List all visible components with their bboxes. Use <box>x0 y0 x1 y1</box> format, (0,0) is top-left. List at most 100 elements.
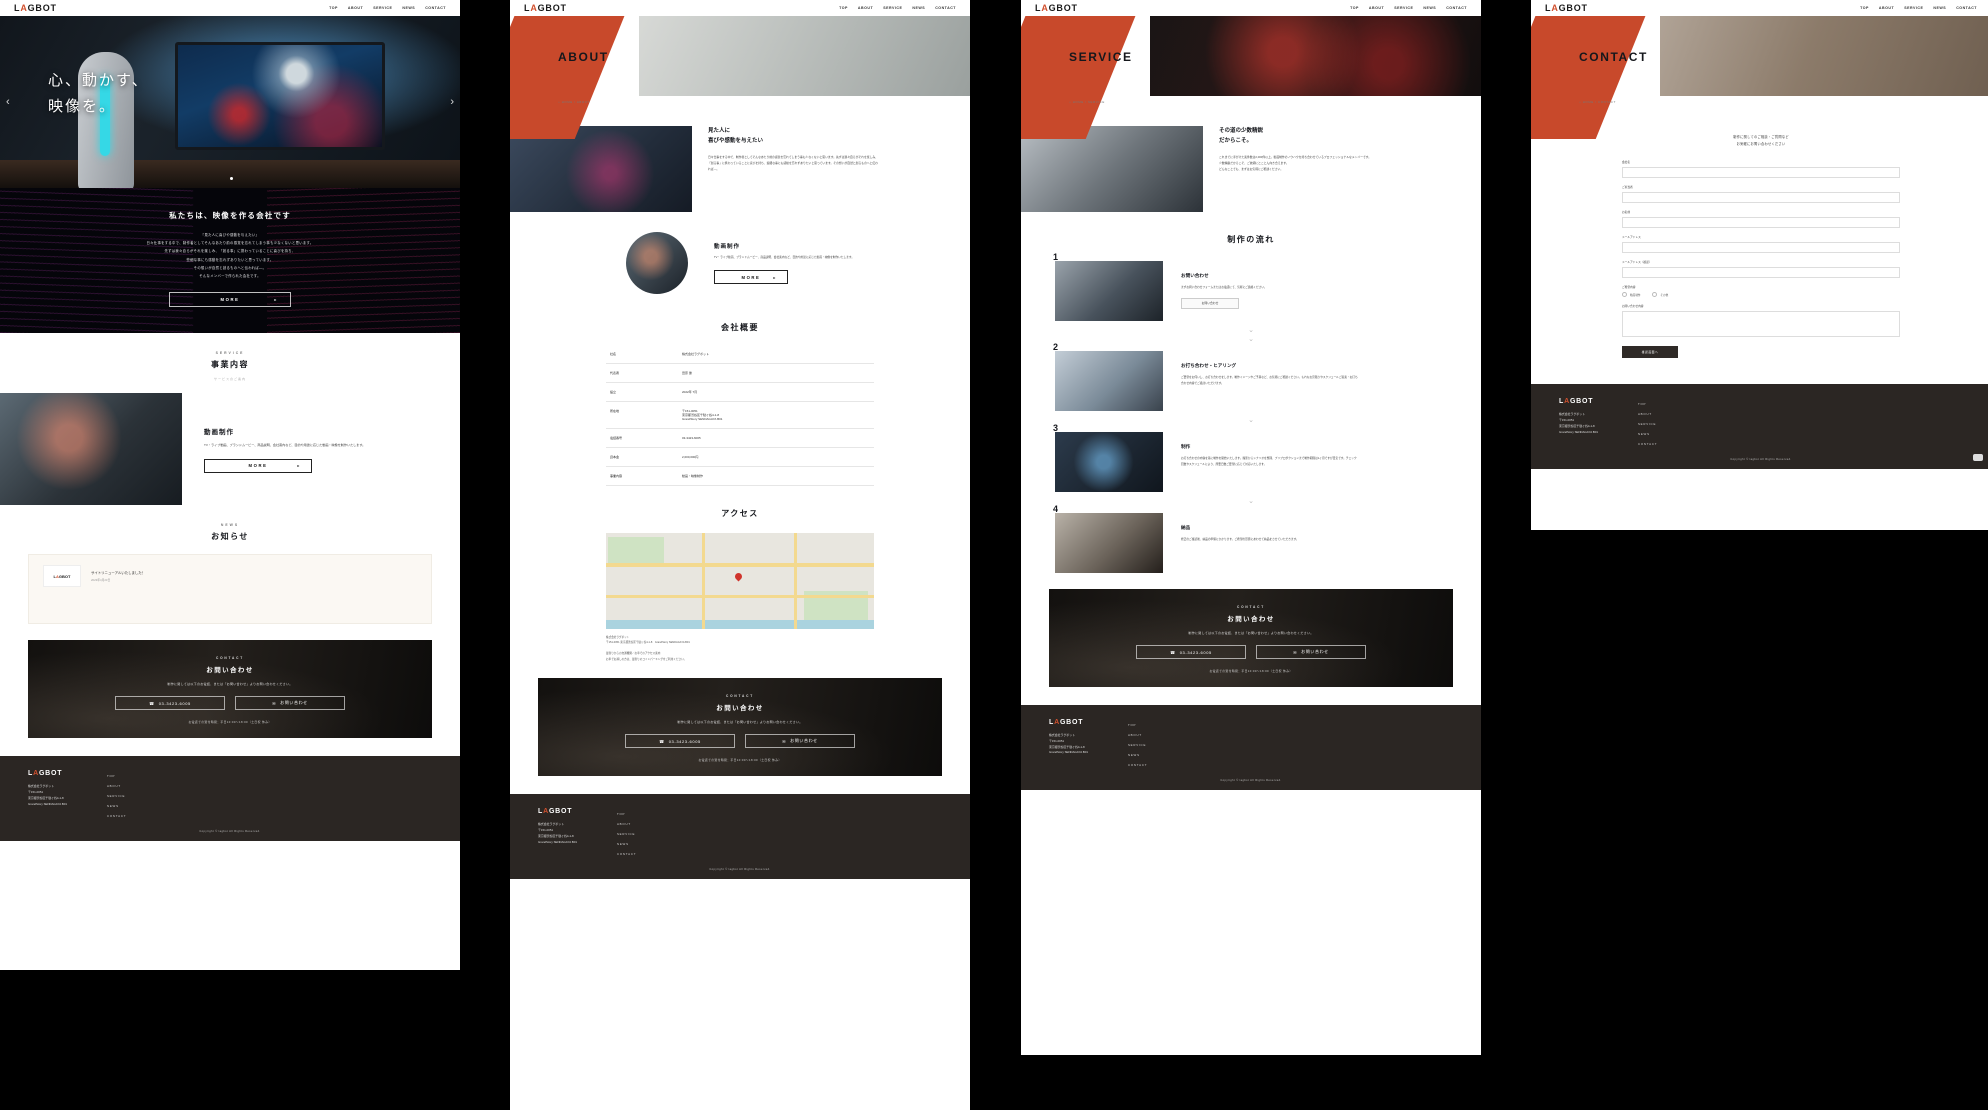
nav-item-top[interactable]: TOP <box>329 6 338 10</box>
email-confirm-field[interactable] <box>1622 267 1900 279</box>
contact-tel-button[interactable]: ☎ 03-3423-6005 <box>1136 645 1246 659</box>
nav-item-top[interactable]: TOP <box>839 6 848 10</box>
slider-next-icon[interactable]: › <box>450 96 454 108</box>
contact-note: 制作に関しては以下のお電話、または「お問い合わせ」よりお問い合わせください。 <box>1188 631 1314 635</box>
contact-tel-button[interactable]: ☎ 03-3423-6005 <box>115 696 225 711</box>
table-row: 設立 2022年 7月 <box>606 382 874 402</box>
nav-item-about[interactable]: ABOUT <box>1369 6 1384 10</box>
flow-step-button[interactable]: お問い合わせ <box>1181 297 1239 309</box>
news-item-text: サイトリニューアルいたしました！ 2023年4月23日 <box>91 570 145 582</box>
service-text: 動画制作 TV・ライブ動画、ブランドムービー、商品説明、会社案内など、目的や用途… <box>204 426 366 473</box>
list-item[interactable]: L A GBOT サイトリニューアルいたしました！ 2023年4月23日 <box>29 555 431 597</box>
contact-hours: お電話での受付時間：平日10:00〜18:00（土日祝 休み） <box>1209 669 1293 673</box>
service-more-button[interactable]: MORE ▸ <box>204 458 312 473</box>
name-field[interactable] <box>1622 217 1900 229</box>
breadcrumb: ⌂ HOME / ABOUT <box>558 100 590 104</box>
logo[interactable]: L A GBOT <box>1035 3 1078 13</box>
nav-item-contact[interactable]: CONTACT <box>935 6 956 10</box>
footer-logo[interactable]: LAGBOT <box>28 770 67 777</box>
footer-nav-contact[interactable]: CONTACT <box>617 852 636 856</box>
scroll-top-button[interactable] <box>1973 454 1983 462</box>
nav-item-about[interactable]: ABOUT <box>858 6 873 10</box>
footer-logo[interactable]: LAGBOT <box>1049 719 1088 726</box>
row-key: 代表者 <box>606 363 678 383</box>
message-field[interactable] <box>1622 311 1900 338</box>
footer-nav-service[interactable]: SERVICE <box>107 794 126 798</box>
logo[interactable]: L A GBOT <box>524 3 567 13</box>
nav-item-news[interactable]: NEWS <box>402 6 415 10</box>
nav-item-contact[interactable]: CONTACT <box>1446 6 1467 10</box>
footer-nav-service[interactable]: SERVICE <box>1638 422 1657 426</box>
contact-mail-button[interactable]: ✉ お問い合わせ <box>1256 645 1366 659</box>
slider-prev-icon[interactable]: ‹ <box>6 96 10 108</box>
footer-logo-post: GBOT <box>38 770 63 778</box>
news-thumbnail-logo: L A GBOT <box>43 565 81 588</box>
nav-item-service[interactable]: SERVICE <box>373 6 392 10</box>
nav-item-top[interactable]: TOP <box>1350 6 1359 10</box>
contact-tel-label: 03-3423-6005 <box>668 738 701 744</box>
chevron-down-icon: ⌄ <box>1248 417 1254 424</box>
footer-nav-news[interactable]: NEWS <box>107 804 126 808</box>
person-field[interactable] <box>1622 192 1900 204</box>
nav-item-about[interactable]: ABOUT <box>1879 6 1894 10</box>
contact-form: 会社名 ご担当者 お名前 メールアドレス メールアドレス（確認） ご希望内容 動… <box>1622 160 1900 359</box>
nav-item-contact[interactable]: CONTACT <box>425 6 446 10</box>
footer-logo[interactable]: LAGBOT <box>538 808 577 815</box>
company-field[interactable] <box>1622 167 1900 179</box>
nav-item-about[interactable]: ABOUT <box>348 6 363 10</box>
hero-slider[interactable]: 心、動かす、 映像を。 ‹ › <box>0 16 460 188</box>
nav-item-service[interactable]: SERVICE <box>883 6 902 10</box>
footer-nav-top[interactable]: TOP <box>1128 723 1147 727</box>
logo[interactable]: L A GBOT <box>1545 3 1588 13</box>
footer-nav-about[interactable]: ABOUT <box>617 822 636 826</box>
access-map[interactable] <box>606 533 874 629</box>
logo[interactable]: L A GBOT <box>14 3 57 13</box>
slider-dot[interactable] <box>230 177 233 180</box>
footer-nav-top[interactable]: TOP <box>1638 402 1657 406</box>
nav-item-service[interactable]: SERVICE <box>1904 6 1923 10</box>
table-row: 所在地 〒151-0051 東京都渋谷区千駄ヶ谷4-1-8 GrandStory … <box>606 401 874 429</box>
contact-jp-label: お問い合わせ <box>716 705 764 713</box>
row-key: 電話番号 <box>606 428 678 448</box>
footer-nav-contact[interactable]: CONTACT <box>1638 442 1657 446</box>
footer-nav-top[interactable]: TOP <box>107 774 126 778</box>
footer-nav-service[interactable]: SERVICE <box>617 832 636 836</box>
service-hero-image <box>1149 16 1481 96</box>
chevron-down-icon: ⌄ <box>1248 327 1254 334</box>
page-title: ABOUT <box>558 50 609 64</box>
nav-item-news[interactable]: NEWS <box>1933 6 1946 10</box>
about-more-button[interactable]: MORE ▸ <box>713 270 788 285</box>
footer-nav-service[interactable]: SERVICE <box>1128 743 1147 747</box>
nav-item-contact[interactable]: CONTACT <box>1956 6 1977 10</box>
footer-nav-news[interactable]: NEWS <box>1128 753 1147 757</box>
submit-button[interactable]: 確認画面へ <box>1622 346 1678 359</box>
footer-top: LAGBOT 株式会社ラグボット 〒151-0051 東京都渋谷区千駄ヶ谷4-1… <box>1049 719 1453 767</box>
intro-more-button[interactable]: MORE ▸ <box>169 292 291 308</box>
nav-item-service[interactable]: SERVICE <box>1394 6 1413 10</box>
radio-option-other[interactable]: その他 <box>1652 292 1668 298</box>
flow-step-number: 1 <box>1053 252 1059 262</box>
footer-nav-contact[interactable]: CONTACT <box>107 814 126 818</box>
footer-nav-top[interactable]: TOP <box>617 812 636 816</box>
footer-logo[interactable]: LAGBOT <box>1559 398 1598 405</box>
page-title: CONTACT <box>1579 50 1648 64</box>
contact-mail-label: お問い合わせ <box>280 700 308 706</box>
footer-nav-about[interactable]: ABOUT <box>1128 733 1147 737</box>
access-title: アクセス <box>721 509 759 518</box>
radio-option-video[interactable]: 動画制作 <box>1622 292 1640 298</box>
contact-mail-button[interactable]: ✉ お問い合わせ <box>745 734 855 749</box>
contact-mail-button[interactable]: ✉ お問い合わせ <box>235 696 345 711</box>
footer-nav-news[interactable]: NEWS <box>617 842 636 846</box>
footer-nav-about[interactable]: ABOUT <box>1638 412 1657 416</box>
email-field[interactable] <box>1622 242 1900 254</box>
nav-item-top[interactable]: TOP <box>1860 6 1869 10</box>
service-item-body: TV・ライブ動画、ブランドムービー、商品説明、会社案内など、目的や用途に応じた動… <box>204 443 366 448</box>
footer-nav-about[interactable]: ABOUT <box>107 784 126 788</box>
logo-post: GBOT <box>27 3 57 13</box>
footer-addr1: 東京都渋谷区千駄ヶ谷4-1-8 <box>1559 423 1595 428</box>
nav-item-news[interactable]: NEWS <box>1423 6 1436 10</box>
footer-nav-contact[interactable]: CONTACT <box>1128 763 1147 767</box>
contact-tel-button[interactable]: ☎ 03-3423-6005 <box>625 734 735 749</box>
footer-nav-news[interactable]: NEWS <box>1638 432 1657 436</box>
nav-item-news[interactable]: NEWS <box>912 6 925 10</box>
